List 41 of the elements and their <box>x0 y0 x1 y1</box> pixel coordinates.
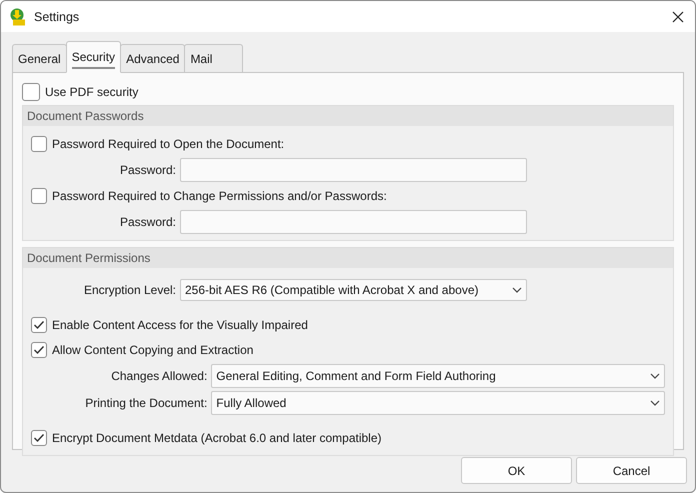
dropdown-value: Fully Allowed <box>216 396 286 410</box>
caret-icon <box>650 373 660 379</box>
checkbox-label: Password Required to Change Permissions and/or Passwords: <box>52 189 387 203</box>
checkmark-icon <box>33 433 45 443</box>
dropdown-value: General Editing, Comment and Form Field Authoring <box>216 369 496 383</box>
checkbox-label: Encrypt Document Metdata (Acrobat 6.0 and later compatible) <box>52 431 382 445</box>
field-label: Password: <box>118 215 176 229</box>
checkmark-icon <box>33 320 45 330</box>
field-label: Encryption Level: <box>82 283 176 297</box>
group-title: Document Passwords <box>23 106 673 126</box>
checkmark-icon <box>33 345 45 355</box>
checkbox[interactable] <box>22 83 40 101</box>
dropdown[interactable]: 256-bit AES R6 (Compatible with Acrobat X and above) <box>180 279 527 301</box>
checkbox-label: Enable Content Access for the Visually Impaired <box>52 318 308 332</box>
checkbox[interactable] <box>31 430 47 446</box>
caret-icon <box>650 400 660 406</box>
checkbox-label: Password Required to Open the Document: <box>52 137 284 151</box>
checkbox-label: Allow Content Copying and Extraction <box>52 343 254 357</box>
tab[interactable]: Mail <box>184 44 244 72</box>
password-field[interactable] <box>180 158 527 182</box>
group-title: Document Permissions <box>23 248 673 268</box>
dropdown-value: 256-bit AES R6 (Compatible with Acrobat X and above) <box>185 283 478 297</box>
window-title: Settings <box>34 10 80 24</box>
dialog-button[interactable]: OK <box>461 457 572 484</box>
caret-icon <box>512 287 522 293</box>
tab[interactable]: Security <box>66 41 122 73</box>
dropdown[interactable]: General Editing, Comment and Form Field Authoring <box>211 364 665 388</box>
dropdown[interactable]: Fully Allowed <box>211 391 665 415</box>
field-label: Printing the Document: <box>84 396 208 410</box>
checkbox[interactable] <box>31 342 47 358</box>
checkbox[interactable] <box>31 136 47 152</box>
checkbox[interactable] <box>31 188 47 204</box>
tab[interactable]: General <box>12 44 67 72</box>
checkbox-label: Use PDF security <box>45 85 138 99</box>
checkbox[interactable] <box>31 317 47 333</box>
app-icon <box>9 8 27 26</box>
field-label: Changes Allowed: <box>110 369 208 383</box>
tab[interactable]: Advanced <box>120 44 186 72</box>
password-field[interactable] <box>180 210 527 234</box>
dialog-button[interactable]: Cancel <box>576 457 687 484</box>
field-label: Password: <box>118 163 176 177</box>
